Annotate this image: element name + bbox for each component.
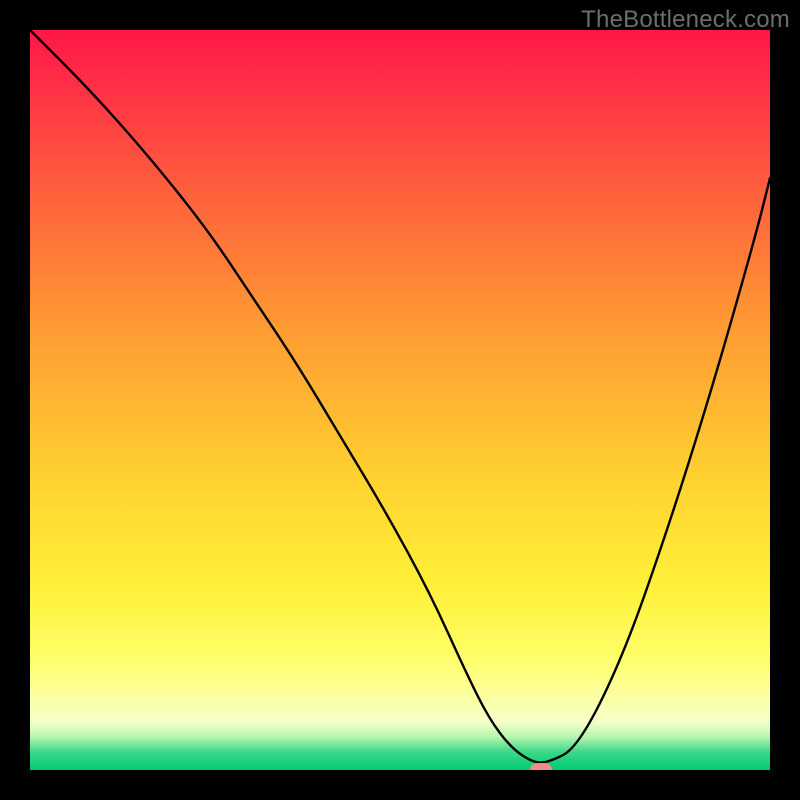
plot-svg bbox=[30, 30, 770, 770]
optimal-marker bbox=[530, 763, 552, 770]
gradient-background bbox=[30, 30, 770, 770]
watermark-text: TheBottleneck.com bbox=[581, 6, 790, 34]
chart-frame: TheBottleneck.com bbox=[0, 0, 800, 800]
plot-area bbox=[30, 30, 770, 770]
